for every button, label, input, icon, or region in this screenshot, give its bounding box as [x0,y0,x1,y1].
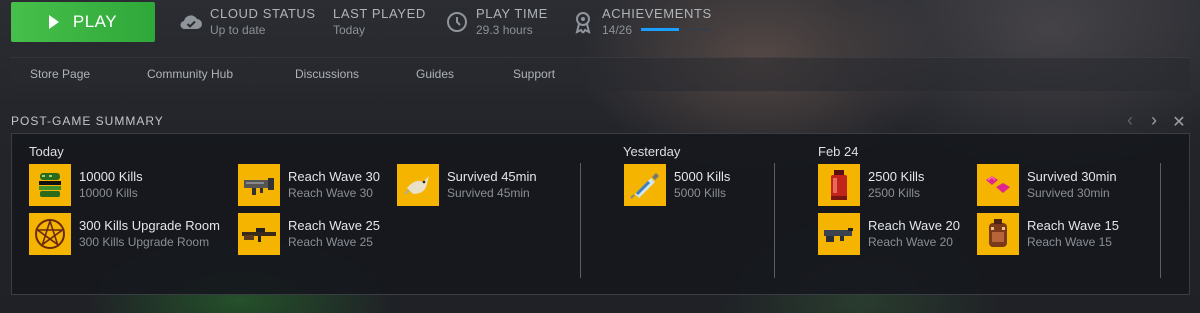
group-label-today: Today [29,144,64,159]
next-arrow-icon[interactable]: › [1145,110,1163,131]
group-label-yesterday: Yesterday [623,144,681,159]
backpack-icon [977,213,1019,255]
post-game-summary-title: POST-GAME SUMMARY [11,114,164,128]
achievement-item[interactable]: 300 Kills Upgrade Room 300 Kills Upgrade… [29,213,229,255]
top-bar: PLAY CLOUD STATUS Up to date LAST PLAYED… [0,0,1200,48]
achievement-name: 300 Kills Upgrade Room [79,218,220,233]
achievement-name: Reach Wave 20 [868,218,961,233]
achievements-label: ACHIEVEMENTS [602,6,712,21]
achievement-item[interactable]: Survived 45min Survived 45min [397,164,597,206]
close-icon[interactable]: ✕ [1170,112,1188,132]
sniper-rifle-icon [238,213,280,255]
achievement-name: Survived 45min [447,169,537,184]
play-time-label: PLAY TIME [476,6,548,21]
play-button[interactable]: PLAY [11,2,155,42]
shotgun-icon [818,213,860,255]
pentagram-icon [29,213,71,255]
achievement-item[interactable]: Survived 30min Survived 30min [977,164,1177,206]
achievement-item[interactable]: Reach Wave 15 Reach Wave 15 [977,213,1177,255]
achievement-desc: 300 Kills Upgrade Room [79,235,210,249]
group-divider [580,163,581,278]
prev-arrow-icon[interactable]: ‹ [1121,110,1139,131]
achievement-desc: Survived 30min [1027,186,1110,200]
bird-icon [397,164,439,206]
gems-icon [977,164,1019,206]
group-label-feb-24: Feb 24 [818,144,859,159]
last-played-label: LAST PLAYED [333,6,426,21]
achievement-desc: Reach Wave 20 [868,235,953,249]
last-played-value: Today [333,23,366,37]
achievements-summary[interactable]: ACHIEVEMENTS 14/26 [570,6,712,38]
achievement-item[interactable]: 10000 Kills 10000 Kills [29,164,229,206]
achievement-desc: Reach Wave 15 [1027,235,1112,249]
achievement-desc: Survived 45min [447,186,530,200]
achievement-name: 2500 Kills [868,169,925,184]
cloud-status-value: Up to date [210,23,266,37]
group-divider [1160,163,1161,278]
achievement-item[interactable]: Reach Wave 25 Reach Wave 25 [238,213,438,255]
nav-community-hub[interactable]: Community Hub [147,67,233,81]
play-icon [48,15,59,29]
achievement-name: Reach Wave 25 [288,218,381,233]
group-divider [774,163,775,278]
play-time-value: 29.3 hours [476,23,533,37]
red-potion-icon [818,164,860,206]
nav-store-page[interactable]: Store Page [30,67,90,81]
achievement-name: Reach Wave 30 [288,169,381,184]
last-played: LAST PLAYED Today [333,6,426,38]
achievements-progress-fill [641,28,680,32]
nav-discussions[interactable]: Discussions [295,67,359,81]
cloud-check-icon [180,15,202,30]
achievement-desc: 2500 Kills [868,186,921,200]
game-nav-bar: Store Page Community Hub Discussions Gui… [10,57,1190,91]
play-label: PLAY [72,12,118,31]
achievement-name: Reach Wave 15 [1027,218,1120,233]
achievement-name: 5000 Kills [674,169,731,184]
play-time: PLAY TIME 29.3 hours [444,6,548,38]
achievements-count: 14/26 [602,23,633,37]
burger-icon [29,164,71,206]
achievement-item[interactable]: 5000 Kills 5000 Kills [624,164,824,206]
achievement-desc: 5000 Kills [674,186,727,200]
cloud-status-label: CLOUD STATUS [210,6,316,21]
syringe-icon [624,164,666,206]
achievement-desc: Reach Wave 25 [288,235,373,249]
clock-icon [447,12,467,32]
nav-guides[interactable]: Guides [416,67,454,81]
nav-support[interactable]: Support [513,67,555,81]
achievement-name: 10000 Kills [79,169,143,184]
achievement-medal-icon [575,12,591,34]
rocket-launcher-icon [238,164,280,206]
achievement-name: Survived 30min [1027,169,1117,184]
cloud-status[interactable]: CLOUD STATUS Up to date [178,6,316,38]
achievements-progress-bar [641,28,712,32]
post-game-summary-panel: Today 10000 Kills 10000 Kills 300 Kills … [11,133,1190,295]
achievement-desc: Reach Wave 30 [288,186,373,200]
achievement-desc: 10000 Kills [79,186,138,200]
